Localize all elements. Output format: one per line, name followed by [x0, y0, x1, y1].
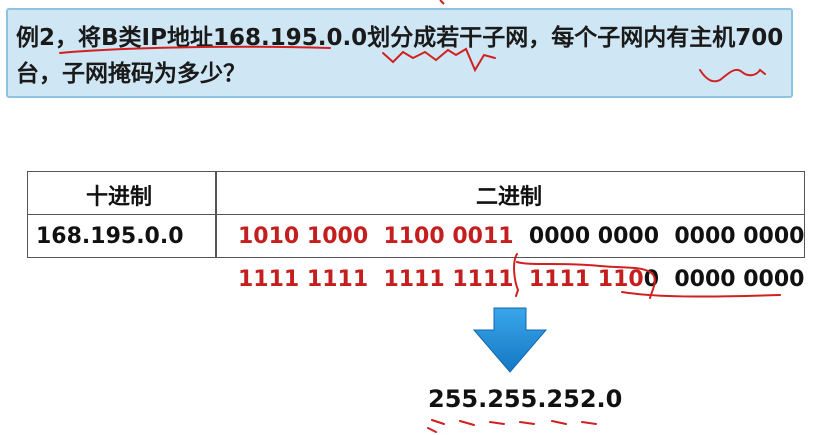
down-arrow-icon: [472, 307, 548, 373]
result-underline: [431, 419, 597, 426]
top-mark: [439, 0, 445, 5]
result-tick: [427, 427, 437, 433]
squiggle-1: [382, 47, 496, 73]
underline-question: [59, 45, 331, 54]
handwritten-annotations: [59, 45, 781, 433]
squiggle-2: [699, 68, 766, 83]
annotation-overlay: [59, 0, 781, 433]
mask-bit-annotation: [513, 253, 781, 299]
